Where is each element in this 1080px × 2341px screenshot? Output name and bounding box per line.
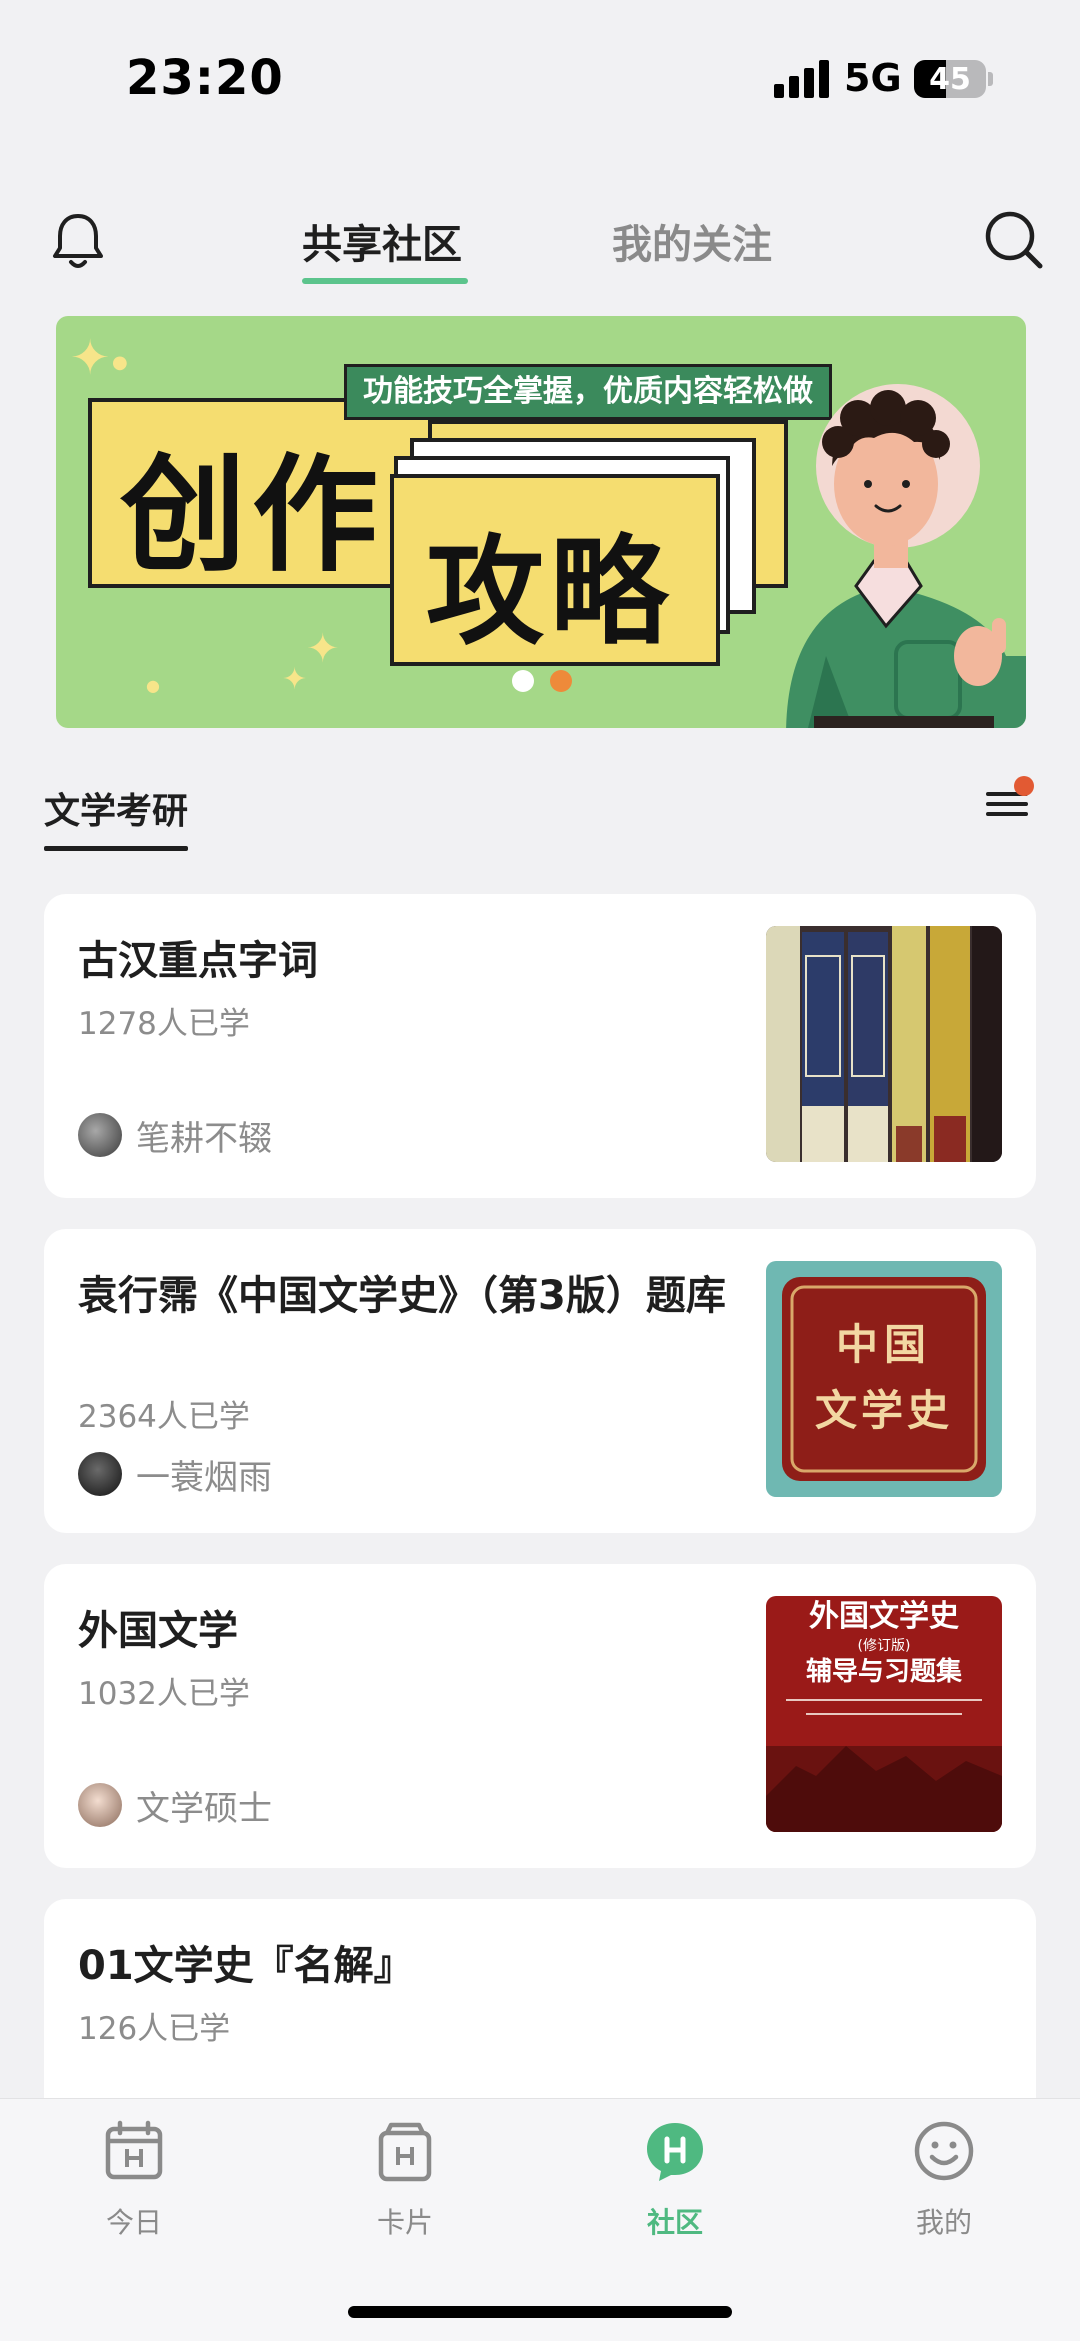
sparkle-icon: ✦ [70,330,111,386]
nav-cards[interactable]: 卡片 [330,2119,480,2241]
promo-banner[interactable]: ✦ ✦ ✦ ● ● 创作 攻略 功能技巧全掌握，优质内容轻松做 [56,316,1026,728]
deck-title: 外国文学 [78,1608,238,1654]
home-indicator[interactable] [348,2306,732,2318]
deck-card[interactable]: 古汉重点字词 1278人已学 笔耕不辍 [44,894,1036,1198]
tab-shared-community[interactable]: 共享社区 [302,212,462,270]
deck-card[interactable]: 外国文学 1032人已学 文学硕士 外国文学史 (修订版) 辅导与习题集 [44,1564,1036,1868]
nav-me[interactable]: 我的 [869,2119,1019,2241]
sparkle-dot: ● [146,676,160,695]
section-tab-indicator [44,846,188,851]
learner-count: 126人已学 [78,2011,231,2047]
character-illustration [786,384,1026,728]
active-tab-indicator [302,278,468,284]
community-icon [647,2123,703,2181]
bottom-nav: 今日 卡片 社区 我的 [0,2098,1080,2341]
nav-today[interactable]: 今日 [59,2119,209,2241]
author-name: 文学硕士 [136,1788,272,1829]
banner-title-line-2: 攻略 [426,523,675,661]
status-bar: 23:20 5G 45 [0,0,1080,160]
author-row[interactable]: 文学硕士 [78,1782,272,1829]
network-label: 5G [844,56,902,100]
tab-my-following[interactable]: 我的关注 [612,212,772,270]
cover-text-line-1: 中国 [836,1320,932,1369]
bell-icon[interactable] [50,210,106,272]
carousel-dot-active[interactable] [550,670,572,692]
deck-card[interactable]: 袁行霈《中国文学史》（第3版）题库 2364人已学 一蓑烟雨 中国 文学史 [44,1229,1036,1533]
learner-count: 2364人已学 [78,1399,250,1435]
section-tab-literature[interactable]: 文学考研 [44,782,188,834]
cover-text-line-2: 文学史 [815,1386,953,1435]
sparkle-dot: ● [112,352,128,373]
battery-level: 45 [929,62,971,97]
nav-label: 我的 [915,2206,972,2239]
avatar [78,1452,122,1496]
sparkle-icon: ✦ [306,626,340,672]
nav-label: 今日 [105,2206,162,2239]
deck-title: 袁行霈《中国文学史》（第3版）题库 [78,1273,726,1319]
book-cover-chinese-literature-history: 中国 文学史 [766,1261,1002,1497]
cards-icon [378,2122,432,2182]
sparkle-icon: ✦ [282,662,308,697]
avatar [78,1783,122,1827]
nav-label: 社区 [646,2206,703,2239]
deck-title: 01文学史『名解』 [78,1943,414,1989]
author-row[interactable]: 一蓑烟雨 [78,1451,272,1498]
carousel-dot[interactable] [512,670,534,692]
nav-label: 卡片 [376,2206,433,2239]
battery-icon: 45 [914,60,986,98]
deck-title: 古汉重点字词 [78,938,318,984]
search-icon[interactable] [982,208,1044,270]
calendar-icon [105,2120,163,2180]
carousel-indicator [512,670,592,694]
banner-title-line-1: 创作 [120,442,384,589]
smiley-icon [914,2121,974,2181]
book-cover-foreign-literature: 外国文学史 (修订版) 辅导与习题集 [766,1596,1002,1832]
author-name: 一蓑烟雨 [136,1457,272,1498]
learner-count: 1278人已学 [78,1006,250,1042]
battery-tip [988,72,993,86]
book-spines-cover [766,926,1002,1162]
avatar [78,1113,122,1157]
cover-text-line-1: 外国文学史 [809,1599,959,1634]
learner-count: 1032人已学 [78,1676,250,1712]
cover-text-line-3: 辅导与习题集 [806,1656,963,1687]
author-name: 笔耕不辍 [136,1118,272,1159]
author-row[interactable]: 笔耕不辍 [78,1112,272,1159]
cover-text-line-2: (修订版) [858,1638,911,1654]
nav-community[interactable]: 社区 [600,2119,750,2241]
notification-dot [1014,776,1034,796]
signal-icon [774,60,832,98]
top-header: 共享社区 我的关注 [0,190,1080,300]
status-time: 23:20 [126,50,284,106]
